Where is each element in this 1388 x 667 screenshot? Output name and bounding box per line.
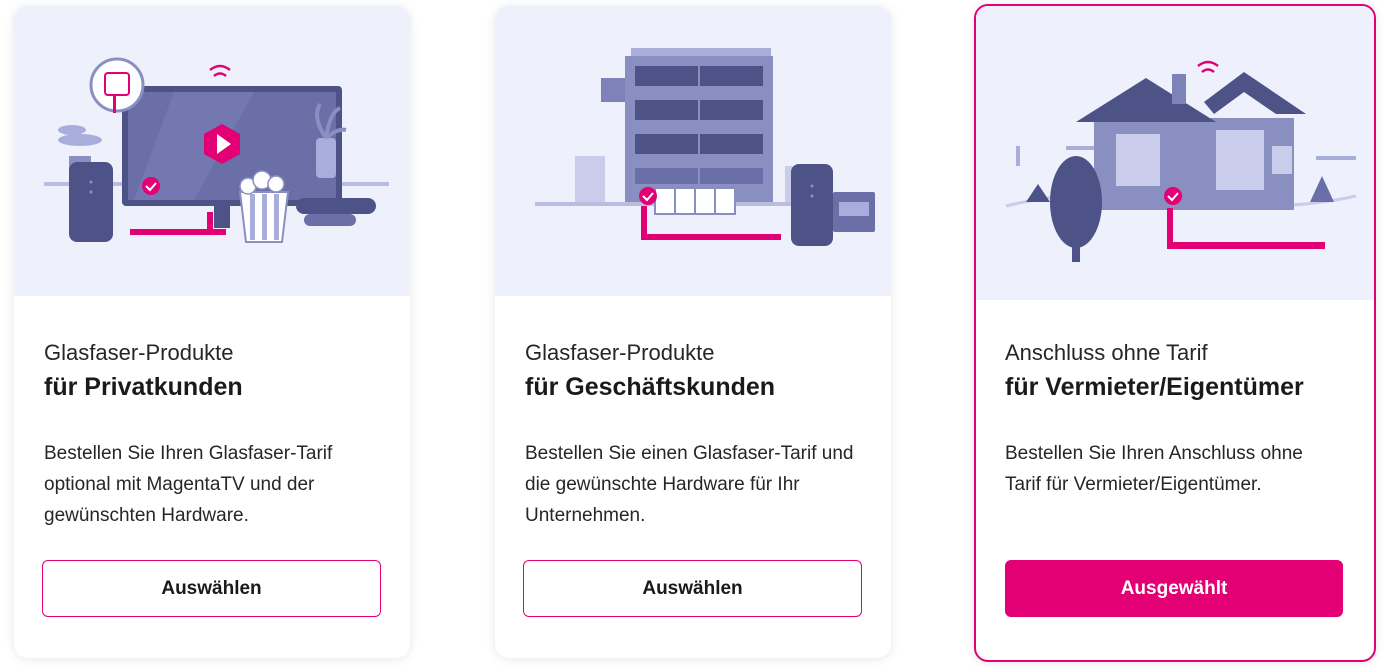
home-entertainment-illustration [14,6,410,296]
card-description: Bestellen Sie Ihren Anschluss ohne Tarif… [1005,443,1303,495]
select-button-privatkunden[interactable]: Auswählen [42,560,381,617]
card-subtitle: für Geschäftskunden [525,373,776,401]
card-title: Anschluss ohne Tarif [1005,340,1208,365]
select-button-geschaeftskunden[interactable]: Auswählen [523,560,862,617]
card-privatkunden[interactable]: Glasfaser-Produkte für Privatkunden Best… [14,6,410,658]
card-title: Glasfaser-Produkte [44,340,234,365]
selected-button-vermieter[interactable]: Ausgewählt [1005,560,1343,617]
office-building-illustration [495,6,891,296]
card-subtitle: für Privatkunden [44,373,243,401]
card-geschaeftskunden[interactable]: Glasfaser-Produkte für Geschäftskunden B… [495,6,891,658]
card-description: Bestellen Sie Ihren Glasfaser-Tarif opti… [44,443,333,526]
card-subtitle: für Vermieter/Eigentümer [1005,373,1304,401]
card-description: Bestellen Sie einen Glasfaser-Tarif und … [525,443,854,526]
card-title: Glasfaser-Produkte [525,340,715,365]
card-vermieter-eigentuemer[interactable]: Anschluss ohne Tarif für Vermieter/Eigen… [974,4,1376,662]
house-illustration [976,6,1374,300]
